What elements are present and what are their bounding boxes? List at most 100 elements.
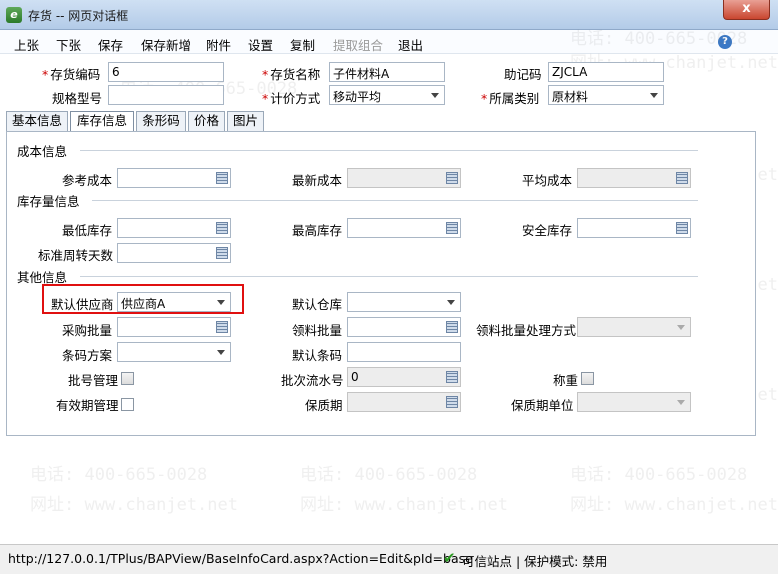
default-supplier-label: 默认供应商 — [51, 297, 114, 312]
min-stock-field[interactable] — [117, 218, 231, 238]
shelf-life-label: 保质期 — [305, 398, 343, 413]
min-stock-label: 最低库存 — [62, 223, 113, 238]
calculator-icon[interactable] — [216, 247, 228, 259]
divider — [80, 276, 698, 277]
barcode-scheme-select[interactable] — [117, 342, 231, 362]
shelf-life-unit-label: 保质期单位 — [511, 398, 574, 413]
chevron-down-icon — [677, 400, 685, 405]
shelf-life-field — [347, 392, 461, 412]
settings-button[interactable]: 设置 — [248, 35, 273, 54]
batch-serial-label: 批次流水号 — [281, 373, 344, 388]
spec-label: 规格型号 — [52, 91, 103, 106]
calculator-icon — [446, 371, 458, 383]
name-field[interactable]: 子件材料A — [329, 62, 445, 82]
toolbar: 上张 下张 保存 保存新增 附件 设置 复制 提取组合 退出 — [0, 30, 778, 54]
pricing-label: * 计价方式 — [262, 91, 321, 106]
default-warehouse-select[interactable] — [347, 292, 461, 312]
avg-cost-label: 平均成本 — [522, 173, 573, 188]
tab-price[interactable]: 价格 — [188, 111, 225, 131]
chevron-down-icon — [217, 300, 225, 305]
default-barcode-label: 默认条码 — [292, 348, 343, 363]
save-and-new-button[interactable]: 保存新增 — [141, 35, 191, 54]
tab-stock-info[interactable]: 库存信息 — [70, 111, 134, 132]
category-label: * 所属类别 — [481, 91, 540, 106]
turnover-days-label: 标准周转天数 — [38, 248, 114, 263]
next-button[interactable]: 下张 — [56, 35, 81, 54]
batch-mgmt-checkbox[interactable] — [121, 372, 134, 385]
max-stock-label: 最高库存 — [292, 223, 343, 238]
tab-image[interactable]: 图片 — [227, 111, 264, 131]
chevron-down-icon — [431, 93, 439, 98]
checkmark-icon: ✔ — [443, 549, 456, 567]
spec-field[interactable] — [108, 85, 224, 105]
tab-barcode[interactable]: 条形码 — [136, 111, 186, 131]
status-url: http://127.0.0.1/TPlus/BAPView/BaseInfoC… — [8, 551, 473, 566]
watermark-site: 网址: www.chanjet.net — [570, 495, 778, 515]
safe-stock-label: 安全库存 — [522, 223, 573, 238]
latest-cost-field — [347, 168, 461, 188]
chevron-down-icon — [447, 300, 455, 305]
category-select[interactable]: 原材料 — [548, 85, 664, 105]
ref-cost-field[interactable] — [117, 168, 231, 188]
prev-button[interactable]: 上张 — [14, 35, 39, 54]
mnemonic-label: 助记码 — [504, 67, 542, 82]
status-bar: http://127.0.0.1/TPlus/BAPView/BaseInfoC… — [0, 544, 778, 574]
turnover-days-field[interactable] — [117, 243, 231, 263]
mnemonic-field[interactable]: ZJCLA — [548, 62, 664, 82]
calculator-icon[interactable] — [446, 321, 458, 333]
material-batch-label: 领料批量 — [292, 323, 343, 338]
shelf-life-unit-select — [577, 392, 691, 412]
stock-section-title: 库存量信息 — [17, 194, 80, 209]
pricing-select[interactable]: 移动平均 — [329, 85, 445, 105]
max-stock-field[interactable] — [347, 218, 461, 238]
tab-basic-info[interactable]: 基本信息 — [6, 111, 68, 131]
divider — [92, 200, 698, 201]
window-title: 存货 -- 网页对话框 — [28, 9, 129, 23]
calculator-icon[interactable] — [446, 222, 458, 234]
calculator-icon[interactable] — [676, 222, 688, 234]
name-label: * 存货名称 — [262, 67, 321, 82]
default-supplier-select[interactable]: 供应商A — [117, 292, 231, 312]
weighing-checkbox[interactable] — [581, 372, 594, 385]
close-button[interactable]: x — [723, 0, 770, 20]
material-batch-field[interactable] — [347, 317, 461, 337]
watermark-site: 网址: www.chanjet.net — [300, 495, 508, 515]
dialog-content: 电话: 400-665-0028 电话: 400-665-0028 网址: ww… — [0, 29, 778, 544]
purchase-batch-field[interactable] — [117, 317, 231, 337]
watermark-phone: 电话: 400-665-0028 — [30, 465, 208, 485]
batch-serial-field: 0 — [347, 367, 461, 387]
extract-combo-button[interactable]: 提取组合 — [333, 35, 383, 54]
code-field[interactable]: 6 — [108, 62, 224, 82]
purchase-batch-label: 采购批量 — [62, 323, 113, 338]
category-value: 原材料 — [552, 90, 589, 104]
trust-status: 可信站点 | 保护模式: 禁用 — [462, 554, 608, 569]
divider — [80, 150, 698, 151]
watermark-site: 网址: www.chanjet.net — [30, 495, 238, 515]
watermark-phone: 电话: 400-665-0028 — [570, 465, 748, 485]
title-bar: e 存货 -- 网页对话框 x — [0, 0, 778, 30]
calculator-icon[interactable] — [216, 222, 228, 234]
chevron-down-icon — [677, 325, 685, 330]
calculator-icon — [676, 172, 688, 184]
expiry-mgmt-checkbox[interactable] — [121, 398, 134, 411]
save-button[interactable]: 保存 — [98, 35, 123, 54]
pricing-value: 移动平均 — [333, 90, 382, 104]
default-supplier-value: 供应商A — [121, 297, 166, 311]
chevron-down-icon — [650, 93, 658, 98]
material-batch-mode-select — [577, 317, 691, 337]
safe-stock-field[interactable] — [577, 218, 691, 238]
exit-button[interactable]: 退出 — [398, 35, 423, 54]
batch-serial-value: 0 — [351, 370, 359, 384]
calculator-icon[interactable] — [216, 321, 228, 333]
calculator-icon — [446, 396, 458, 408]
latest-cost-label: 最新成本 — [292, 173, 343, 188]
copy-button[interactable]: 复制 — [290, 35, 315, 54]
calculator-icon[interactable] — [216, 172, 228, 184]
help-icon[interactable]: ? — [718, 35, 732, 49]
calculator-icon — [446, 172, 458, 184]
default-warehouse-label: 默认仓库 — [292, 297, 343, 312]
attachment-button[interactable]: 附件 — [206, 35, 231, 54]
default-barcode-field[interactable] — [347, 342, 461, 362]
code-label: * 存货编码 — [42, 67, 101, 82]
batch-mgmt-label: 批号管理 — [68, 373, 119, 388]
